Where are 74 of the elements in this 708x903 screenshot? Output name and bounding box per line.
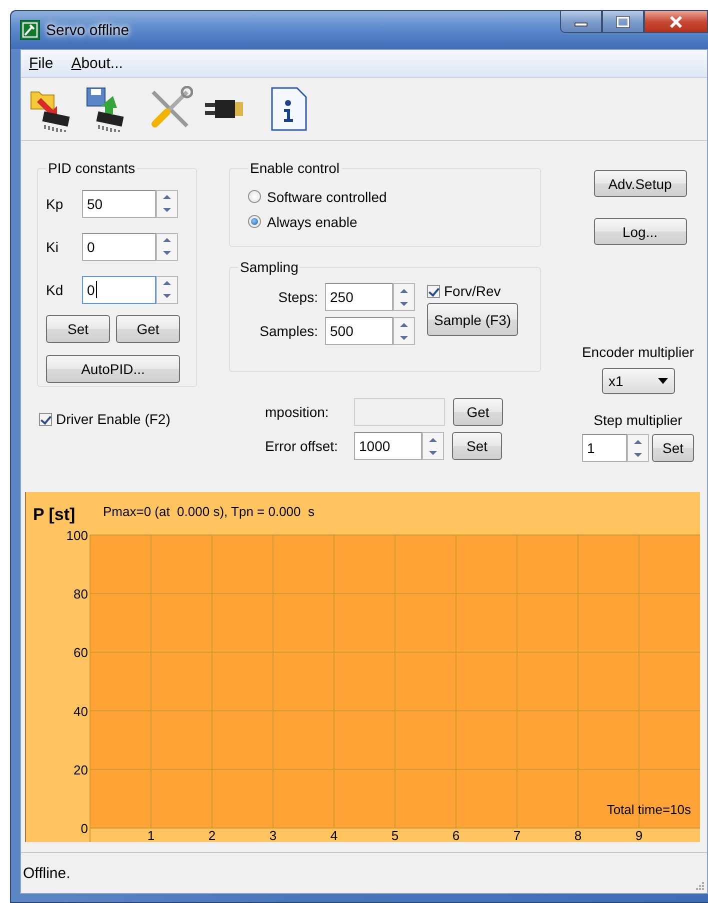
spin-buttons[interactable] bbox=[393, 283, 415, 311]
close-button[interactable] bbox=[644, 11, 708, 33]
number-field[interactable]: 50 bbox=[82, 190, 156, 218]
tick-label: 8 bbox=[574, 828, 582, 842]
action-button[interactable]: Set bbox=[46, 315, 110, 343]
tick-label: 60 bbox=[74, 645, 88, 660]
number-field[interactable]: 0 bbox=[82, 232, 156, 260]
axis-title: P [st] bbox=[33, 505, 76, 524]
number-field[interactable]: 0 bbox=[82, 276, 156, 304]
annotation: Total time=10s bbox=[606, 802, 691, 817]
spin-buttons[interactable] bbox=[156, 190, 178, 218]
checkbox-label: Forv/Rev bbox=[444, 283, 501, 299]
dropdown-arrow-icon bbox=[658, 378, 668, 384]
set-button[interactable]: Set bbox=[452, 432, 502, 460]
tick-label: 40 bbox=[74, 704, 88, 719]
number-field[interactable]: 500 bbox=[325, 317, 393, 345]
action-button[interactable]: Get bbox=[116, 315, 180, 343]
spin-buttons[interactable] bbox=[156, 276, 178, 304]
checkbox[interactable] bbox=[39, 412, 52, 426]
maximize-button[interactable] bbox=[602, 11, 644, 33]
group-title: Sampling bbox=[239, 259, 300, 275]
status-text: Offline. bbox=[23, 864, 70, 882]
tick-label: 80 bbox=[74, 586, 88, 602]
tick-label: 4 bbox=[330, 828, 338, 842]
tick-label: 1 bbox=[147, 828, 155, 842]
field-label: Ki bbox=[46, 238, 60, 254]
tick-label: 9 bbox=[635, 828, 643, 842]
tick-label: 100 bbox=[66, 528, 88, 543]
window-title: Servo offline bbox=[46, 22, 130, 38]
number-field[interactable]: 1000 bbox=[354, 432, 422, 460]
autopid-button[interactable]: AutoPID... bbox=[46, 355, 180, 383]
number-field[interactable]: 1 bbox=[582, 434, 627, 462]
checkbox[interactable] bbox=[427, 284, 440, 298]
tick-label: 0 bbox=[80, 821, 88, 836]
dropdown[interactable]: x1 bbox=[602, 368, 674, 394]
tick-label: 20 bbox=[74, 762, 88, 778]
field-label: Error offset: bbox=[265, 438, 339, 454]
field-label: Encoder multiplier bbox=[582, 344, 694, 360]
field-label: Steps: bbox=[277, 289, 318, 305]
resize-grip-icon bbox=[694, 880, 704, 890]
field-label: Kp bbox=[46, 196, 64, 212]
radio-label: Always enable bbox=[267, 214, 358, 230]
group-title: Enable control bbox=[249, 160, 341, 176]
sample-button[interactable]: Sample (F3) bbox=[427, 303, 518, 336]
minimize-button[interactable] bbox=[560, 11, 602, 33]
field-label: mposition: bbox=[265, 404, 330, 420]
spin-buttons[interactable] bbox=[393, 317, 415, 345]
spin-buttons[interactable] bbox=[422, 432, 444, 460]
close-icon bbox=[668, 14, 684, 28]
spin-buttons[interactable] bbox=[627, 434, 649, 462]
number-field[interactable]: 250 bbox=[325, 283, 393, 311]
tick-label: 6 bbox=[452, 828, 460, 842]
chart-title: Pmax=0 (at 0.000 s), Tpn = 0.000 s bbox=[103, 504, 314, 519]
menu-item[interactable]: File bbox=[27, 55, 56, 72]
app-icon bbox=[20, 20, 40, 40]
action-button[interactable]: Log... bbox=[594, 218, 686, 245]
radio-label: Software controlled bbox=[267, 188, 387, 204]
field-label: Samples: bbox=[258, 323, 318, 339]
checkbox-label: Driver Enable (F2) bbox=[56, 411, 170, 427]
tick-label: 2 bbox=[208, 828, 216, 842]
tick-label: 7 bbox=[513, 828, 521, 842]
menu-item[interactable]: About... bbox=[69, 55, 125, 72]
group-title: PID constants bbox=[47, 160, 136, 176]
field-label: Kd bbox=[46, 282, 64, 298]
spin-buttons[interactable] bbox=[156, 232, 178, 260]
tick-label: 3 bbox=[269, 828, 277, 842]
info-icon[interactable] bbox=[271, 87, 307, 131]
tick-label: 5 bbox=[391, 828, 399, 842]
maximize-icon bbox=[616, 16, 630, 28]
radio-button[interactable] bbox=[248, 215, 261, 228]
set-button[interactable]: Set bbox=[652, 434, 694, 462]
radio-button[interactable] bbox=[248, 190, 261, 203]
field-label: Step multiplier bbox=[594, 412, 682, 428]
action-button[interactable]: Adv.Setup bbox=[594, 170, 686, 197]
